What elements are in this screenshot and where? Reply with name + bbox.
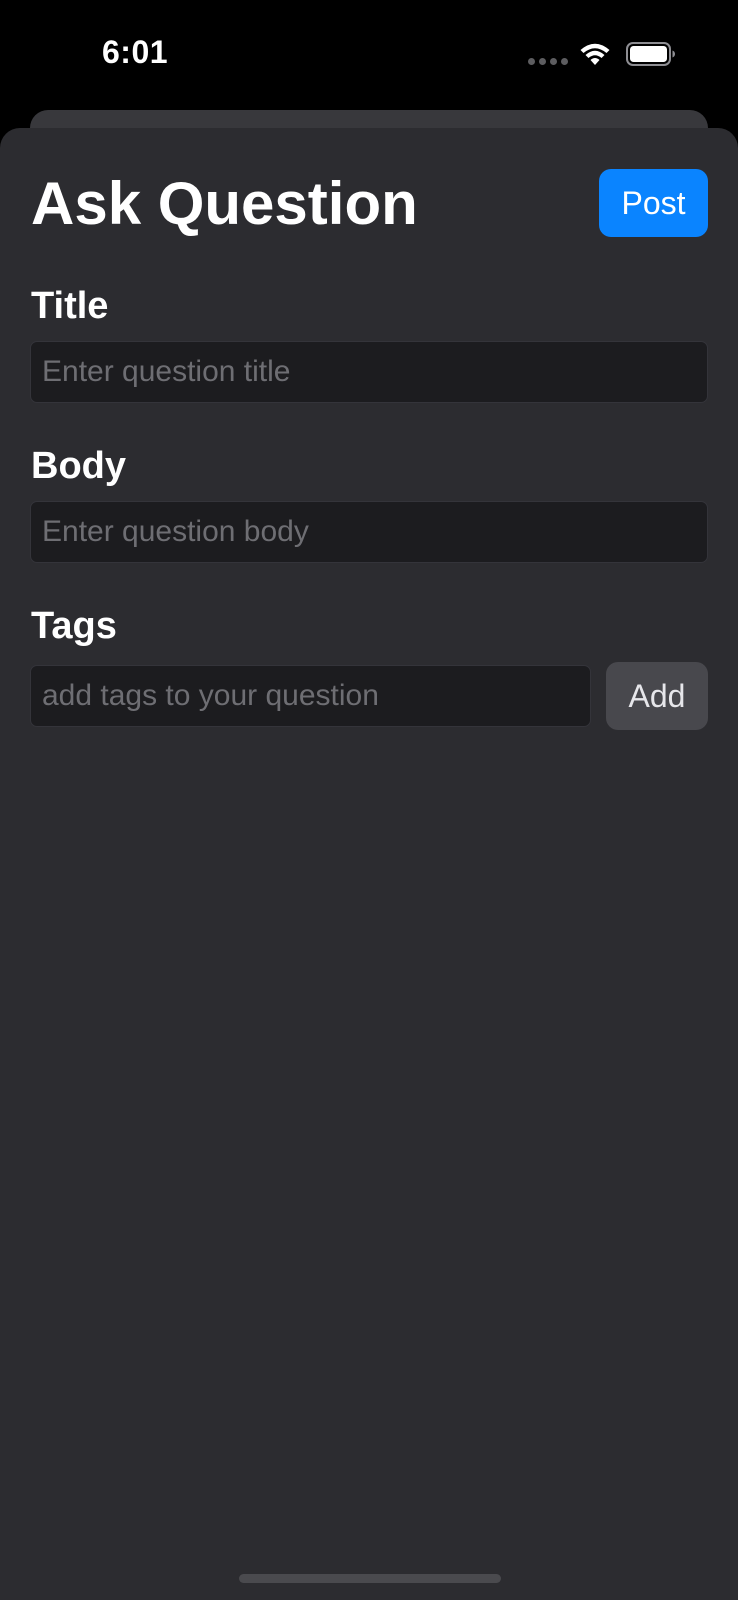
body-input[interactable] [31,502,707,562]
screen: 6:01 Ask Question Post Title Body [0,0,738,1600]
title-field[interactable] [30,341,708,403]
ask-question-sheet: Ask Question Post Title Body Tags Add [0,128,738,1600]
tags-field[interactable] [30,665,591,727]
home-indicator[interactable] [239,1574,501,1583]
title-input[interactable] [31,342,707,402]
add-tag-button[interactable]: Add [606,662,708,730]
tags-label: Tags [31,605,117,647]
status-time: 6:01 [102,34,169,70]
body-label: Body [31,445,126,487]
tags-input[interactable] [31,666,590,726]
status-bar: 6:01 [0,0,738,110]
body-field[interactable] [30,501,708,563]
battery-icon [626,42,675,66]
title-label: Title [31,285,109,327]
signal-dots-icon [528,58,568,66]
wifi-icon [580,43,610,65]
page-title: Ask Question [31,170,418,237]
post-button[interactable]: Post [599,169,708,237]
